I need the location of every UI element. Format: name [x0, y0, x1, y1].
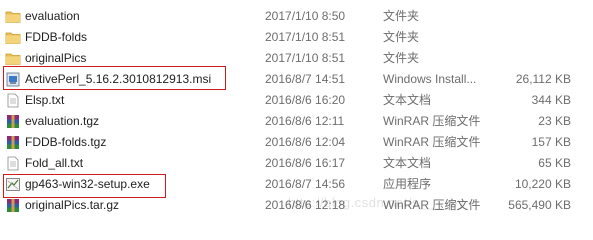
folder-icon [5, 30, 21, 45]
file-date: 2017/1/10 8:50 [265, 9, 346, 23]
folder-icon [5, 51, 21, 66]
file-row-fddb-folds-tgz[interactable]: FDDB-folds.tgz 2016/8/6 12:04 WinRAR 压缩文… [0, 132, 593, 153]
file-type: WinRAR 压缩文件 [383, 114, 481, 128]
file-type: Windows Install... [383, 72, 477, 86]
file-row-fddb-folds[interactable]: FDDB-folds 2017/1/10 8:51 文件夹 [0, 27, 593, 48]
file-type: 文件夹 [383, 30, 420, 44]
file-row-evaluation[interactable]: evaluation 2017/1/10 8:50 文件夹 [0, 6, 593, 27]
winrar-archive-icon [5, 114, 21, 129]
file-name: originalPics [25, 51, 87, 65]
file-name: Fold_all.txt [25, 156, 84, 170]
file-row-evaluation-tgz[interactable]: evaluation.tgz 2016/8/6 12:11 WinRAR 压缩文… [0, 111, 593, 132]
file-row-activeperl-msi[interactable]: ActivePerl_5.16.2.3010812913.msi 2016/8/… [0, 69, 593, 90]
file-name: FDDB-folds [25, 30, 88, 44]
file-type: WinRAR 压缩文件 [383, 135, 481, 149]
exe-application-icon [5, 177, 21, 192]
file-row-gp463-exe[interactable]: gp463-win32-setup.exe 2016/8/7 14:56 应用程… [0, 174, 593, 195]
file-name: originalPics.tar.gz [25, 198, 120, 212]
file-size: 157 KB [531, 135, 571, 149]
text-file-icon [5, 93, 21, 108]
file-date: 2016/8/7 14:51 [265, 72, 346, 86]
file-date: 2017/1/10 8:51 [265, 51, 346, 65]
watermark-text: http://blog.csdn.net/s____by [288, 195, 465, 210]
file-date: 2016/8/6 16:20 [265, 93, 346, 107]
file-name: Elsp.txt [25, 93, 65, 107]
file-size: 565,490 KB [508, 198, 571, 212]
folder-icon [5, 9, 21, 24]
file-date: 2016/8/6 12:11 [265, 114, 345, 128]
file-type: 文件夹 [383, 9, 420, 23]
winrar-archive-icon [5, 198, 21, 213]
file-size: 10,220 KB [514, 177, 571, 191]
file-name: evaluation [25, 9, 80, 23]
file-date: 2017/1/10 8:51 [265, 30, 346, 44]
file-size: 65 KB [538, 156, 571, 170]
file-row-elsp-txt[interactable]: Elsp.txt 2016/8/6 16:20 文本文档 344 KB [0, 90, 593, 111]
winrar-archive-icon [5, 135, 21, 150]
file-name: gp463-win32-setup.exe [25, 177, 150, 191]
file-date: 2016/8/6 16:17 [265, 156, 346, 170]
file-type: 文件夹 [383, 51, 420, 65]
file-size: 26,112 KB [515, 72, 571, 86]
file-list: evaluation 2017/1/10 8:50 文件夹 FDDB-folds… [0, 6, 593, 216]
file-name: ActivePerl_5.16.2.3010812913.msi [25, 72, 212, 86]
file-name: evaluation.tgz [25, 114, 100, 128]
file-row-fold-all-txt[interactable]: Fold_all.txt 2016/8/6 16:17 文本文档 65 KB [0, 153, 593, 174]
file-type: 应用程序 [383, 177, 432, 191]
text-file-icon [5, 156, 21, 171]
file-row-originalpics[interactable]: originalPics 2017/1/10 8:51 文件夹 [0, 48, 593, 69]
file-size: 344 KB [531, 93, 571, 107]
file-type: 文本文档 [383, 93, 432, 107]
file-type: 文本文档 [383, 156, 432, 170]
file-date: 2016/8/7 14:56 [265, 177, 346, 191]
file-size: 23 KB [538, 114, 571, 128]
file-name: FDDB-folds.tgz [25, 135, 107, 149]
msi-installer-icon [5, 72, 21, 87]
file-date: 2016/8/6 12:04 [265, 135, 346, 149]
